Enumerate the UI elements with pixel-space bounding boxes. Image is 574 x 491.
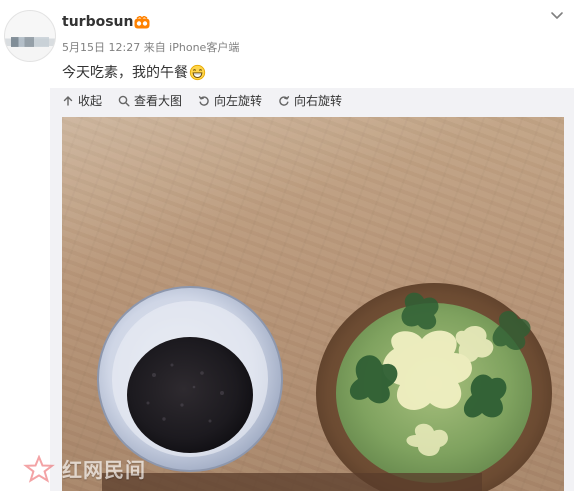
- rotate-left-icon: [198, 95, 209, 106]
- vip-badge-icon[interactable]: [134, 16, 150, 29]
- food-illustration: [97, 283, 552, 491]
- star-logo-icon: [23, 454, 55, 483]
- search-icon: [118, 95, 130, 106]
- watermark-text: 红网民间: [62, 458, 146, 482]
- view-large-label: 查看大图: [134, 94, 183, 108]
- post-text-content: 今天吃素，我的午餐: [62, 65, 188, 81]
- placemat-edge: [102, 473, 482, 491]
- collapse-button[interactable]: 收起: [62, 92, 102, 109]
- collapse-label: 收起: [78, 94, 103, 108]
- view-large-button[interactable]: 查看大图: [118, 92, 182, 109]
- watermark: 红网民间: [22, 454, 146, 483]
- rotate-left-button[interactable]: 向左旋转: [198, 92, 262, 109]
- username[interactable]: turbosun: [62, 14, 133, 30]
- post-image[interactable]: [62, 117, 564, 491]
- arrow-up-icon: [63, 95, 73, 106]
- rotate-left-label: 向左旋转: [214, 94, 263, 108]
- grin-emoji-icon: [189, 64, 206, 80]
- rotate-right-label: 向右旋转: [294, 94, 343, 108]
- post-meta: 5月15日 12:27 来自 iPhone客户端: [62, 41, 240, 54]
- rotate-right-button[interactable]: 向右旋转: [278, 92, 342, 109]
- media-toolbar: 收起 查看大图 向左旋转 向右旋转: [62, 92, 342, 109]
- avatar-image: [11, 37, 49, 47]
- avatar[interactable]: [4, 10, 56, 62]
- chevron-down-icon[interactable]: [550, 10, 564, 22]
- post-text: 今天吃素，我的午餐: [62, 62, 206, 82]
- black-rice: [127, 337, 253, 453]
- rotate-right-icon: [279, 95, 290, 106]
